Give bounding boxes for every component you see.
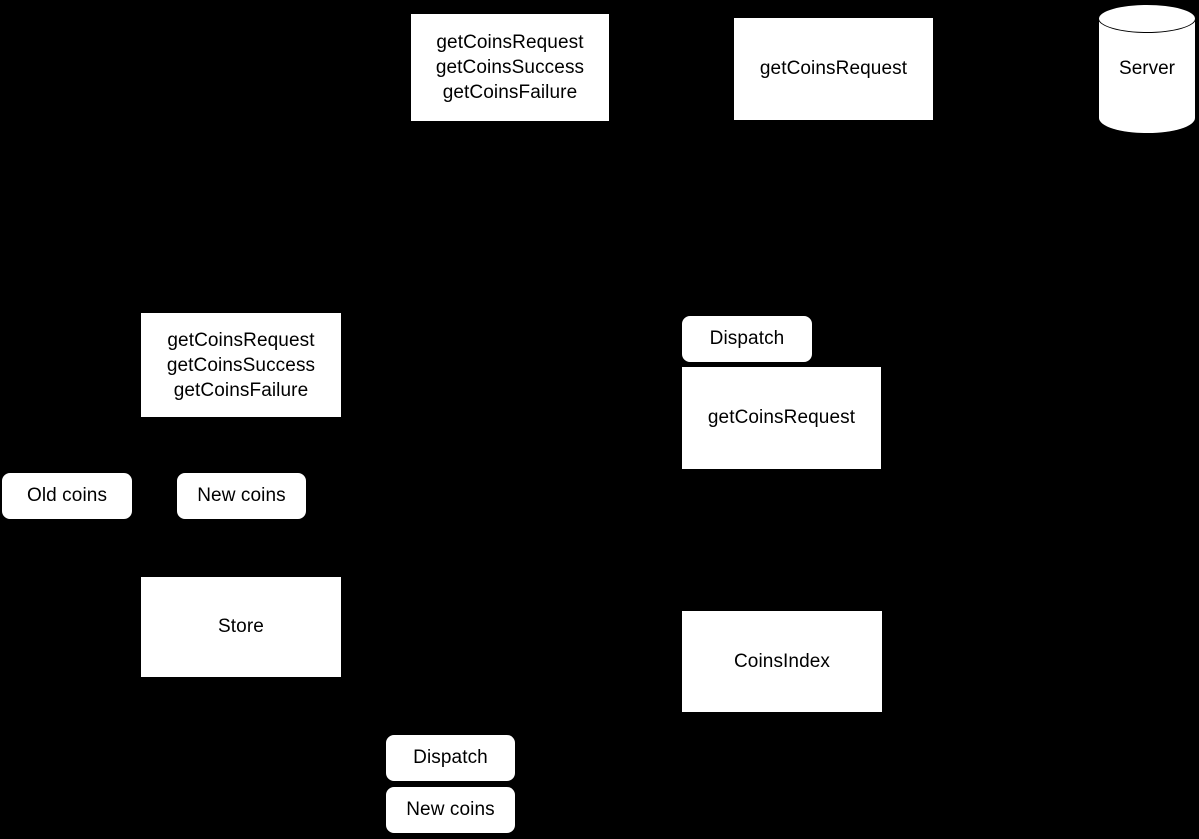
node-new-coins-left[interactable]: New coins	[176, 472, 307, 520]
node-store[interactable]: Store	[140, 576, 342, 678]
node-new-coins-bottom[interactable]: New coins	[385, 786, 516, 834]
node-dispatch-right[interactable]: Dispatch	[681, 315, 813, 363]
node-actions-top[interactable]: getCoinsRequest getCoinsSuccess getCoins…	[410, 13, 610, 122]
node-get-coins-request-right[interactable]: getCoinsRequest	[681, 366, 882, 470]
node-actions-mid-left[interactable]: getCoinsRequest getCoinsSuccess getCoins…	[140, 312, 342, 418]
node-server[interactable]: Server	[1098, 4, 1196, 134]
node-dispatch-bottom[interactable]: Dispatch	[385, 734, 516, 782]
diagram-canvas: getCoinsRequest getCoinsSuccess getCoins…	[0, 0, 1199, 839]
node-get-coins-request-top[interactable]: getCoinsRequest	[733, 17, 934, 121]
node-old-coins[interactable]: Old coins	[1, 472, 133, 520]
node-coins-index[interactable]: CoinsIndex	[681, 610, 883, 713]
server-label: Server	[1119, 58, 1175, 79]
